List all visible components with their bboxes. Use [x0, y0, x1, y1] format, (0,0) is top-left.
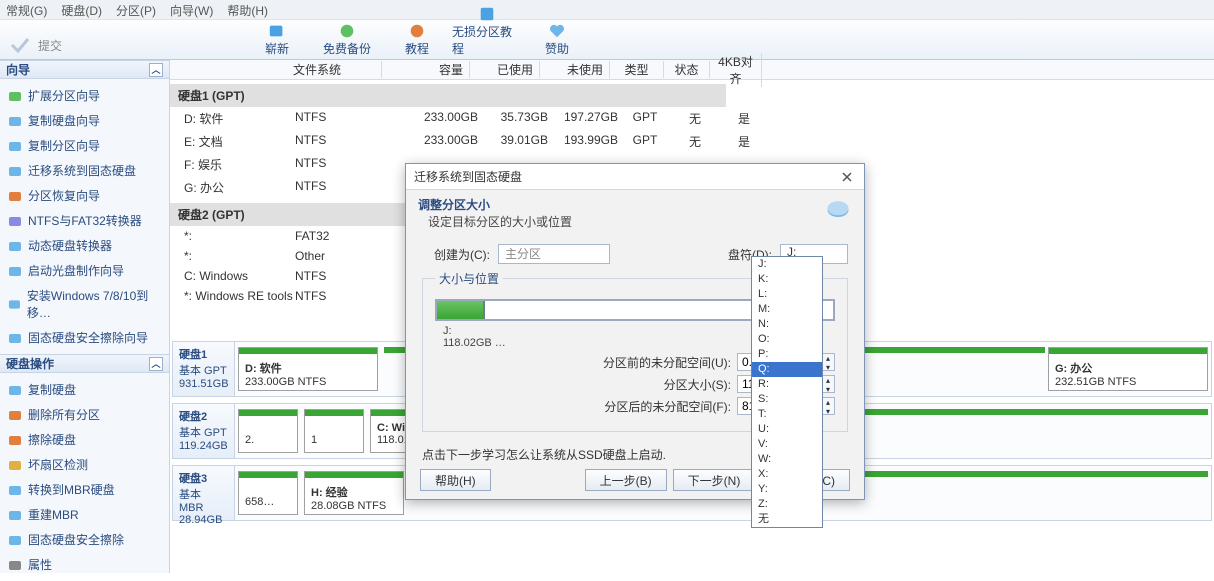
dropdown-option[interactable]: P: — [752, 347, 822, 362]
dropdown-option[interactable]: R: — [752, 377, 822, 392]
modal-heading: 调整分区大小 — [418, 196, 572, 213]
group-legend: 大小与位置 — [435, 270, 503, 287]
drive-letter-dropdown[interactable]: J:K:L:M:N:O:P:Q:R:S:T:U:V:W:X:Y:Z:无 — [751, 256, 823, 528]
dropdown-option[interactable]: J: — [752, 257, 822, 272]
modal-backdrop: 迁移系统到固态硬盘 调整分区大小 设定目标分区的大小或位置 创建为(C): 主分… — [0, 0, 1214, 573]
dropdown-option[interactable]: L: — [752, 287, 822, 302]
dropdown-option[interactable]: X: — [752, 467, 822, 482]
help-button[interactable]: 帮助(H) — [420, 469, 491, 491]
dropdown-option[interactable]: U: — [752, 422, 822, 437]
dropdown-option[interactable]: W: — [752, 452, 822, 467]
space-after-label: 分区后的未分配空间(F): — [604, 398, 731, 415]
dropdown-option[interactable]: M: — [752, 302, 822, 317]
partition-size-spinner[interactable]: ▴▾ — [821, 375, 835, 393]
dropdown-option[interactable]: V: — [752, 437, 822, 452]
next-button[interactable]: 下一步(N) — [673, 469, 756, 491]
dropdown-option[interactable]: S: — [752, 392, 822, 407]
dropdown-option[interactable]: K: — [752, 272, 822, 287]
dropdown-option[interactable]: 无 — [752, 512, 822, 527]
dropdown-option[interactable]: Z: — [752, 497, 822, 512]
dropdown-option[interactable]: T: — [752, 407, 822, 422]
modal-subheading: 设定目标分区的大小或位置 — [418, 213, 572, 230]
disk-wizard-icon — [824, 196, 852, 224]
partition-size-label: 分区大小(S): — [664, 376, 731, 393]
create-as-select[interactable]: 主分区 — [498, 244, 610, 264]
modal-title: 迁移系统到固态硬盘 — [414, 168, 522, 185]
close-icon — [841, 171, 853, 183]
dropdown-option[interactable]: Q: — [752, 362, 822, 377]
back-button[interactable]: 上一步(B) — [585, 469, 667, 491]
dropdown-option[interactable]: O: — [752, 332, 822, 347]
dropdown-option[interactable]: Y: — [752, 482, 822, 497]
space-before-spinner[interactable]: ▴▾ — [821, 353, 835, 371]
space-after-spinner[interactable]: ▴▾ — [821, 397, 835, 415]
dropdown-option[interactable]: N: — [752, 317, 822, 332]
create-as-label: 创建为(C): — [434, 246, 490, 263]
close-button[interactable] — [838, 168, 856, 186]
space-before-label: 分区前的未分配空间(U): — [603, 354, 731, 371]
